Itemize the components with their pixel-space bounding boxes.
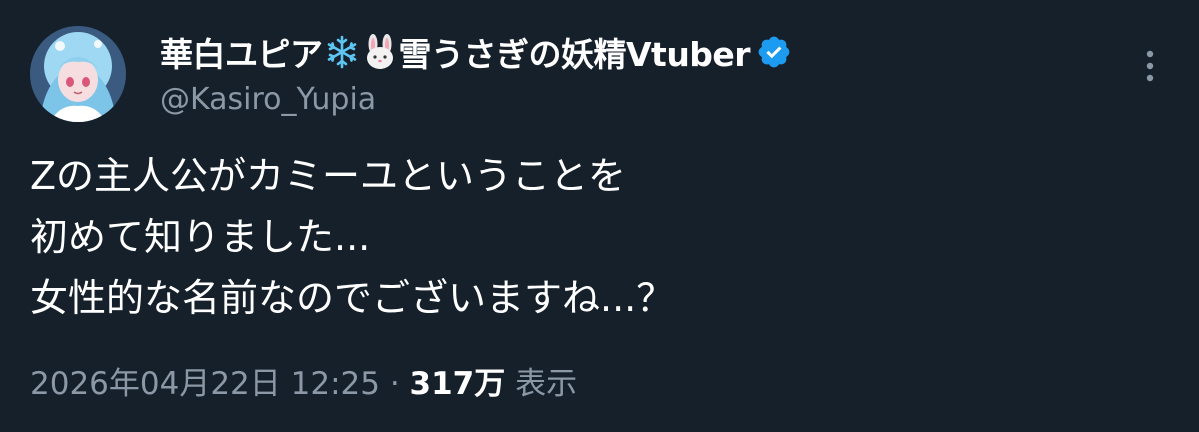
display-name[interactable]: 華白ユピア xyxy=(160,28,323,76)
tweet-timestamp[interactable]: 2026年04月22日 12:25 xyxy=(30,366,380,402)
avatar-image xyxy=(30,26,126,122)
rabbit-face-icon xyxy=(366,34,393,69)
author-name-row[interactable]: 華白ユピア 雪うさぎの妖精Vtuber xyxy=(160,28,792,76)
verified-badge-icon[interactable] xyxy=(756,34,792,70)
avatar[interactable] xyxy=(30,26,126,122)
display-name-suffix[interactable]: 雪うさぎの妖精Vtuber xyxy=(399,28,751,76)
tweet-text-line: 初めて知りました... xyxy=(30,215,371,259)
meta-separator: · xyxy=(379,366,410,402)
views-label: 表示 xyxy=(515,366,578,402)
tweet-meta: 2026年04月22日 12:25 · 317万 表示 xyxy=(30,358,577,403)
more-options-icon[interactable] xyxy=(1132,46,1168,86)
snowflake-icon xyxy=(327,35,356,69)
tweet-text: Zの主人公がカミーユということを 初めて知りました... 女性的な名前なのでござ… xyxy=(30,146,1160,329)
author-handle[interactable]: @Kasiro_Yupia xyxy=(160,82,376,117)
tweet-text-line: Zの主人公がカミーユということを xyxy=(30,154,627,198)
tweet-text-line: 女性的な名前なのでございますね...？ xyxy=(30,276,675,320)
views-count: 317万 xyxy=(409,366,506,402)
